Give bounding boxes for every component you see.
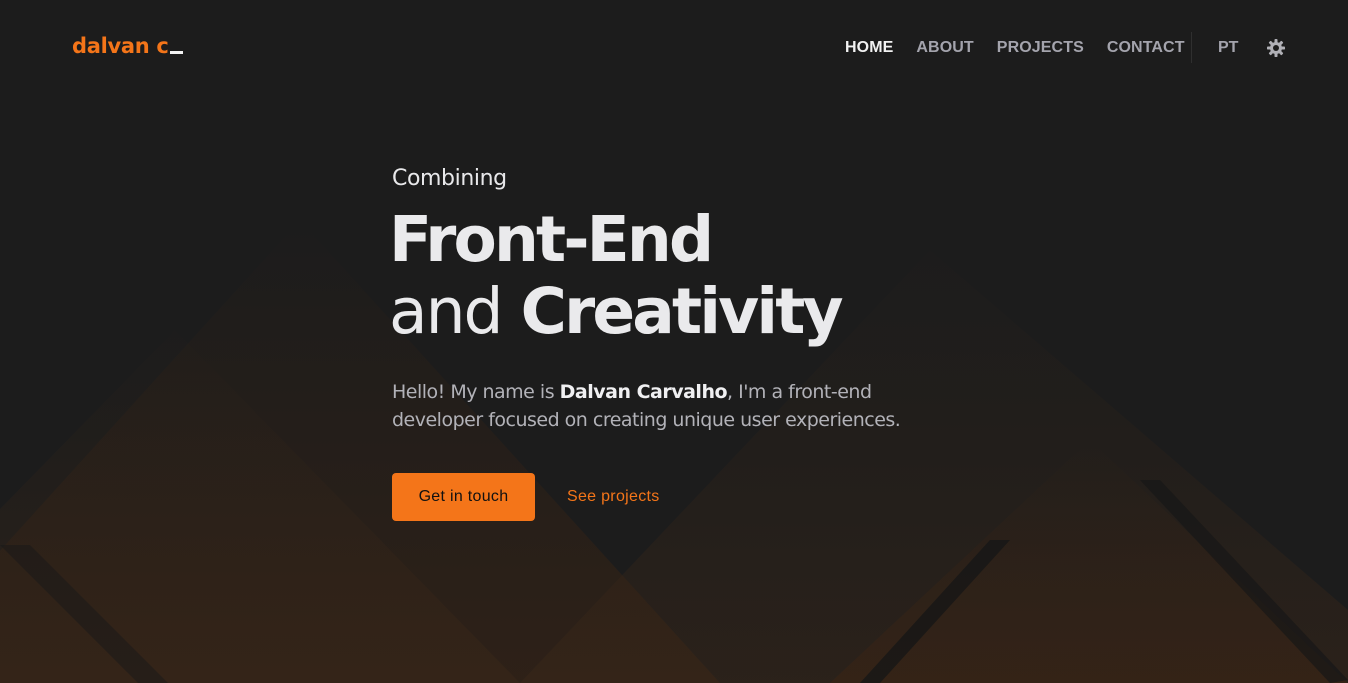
- logo-link[interactable]: dalvan c: [72, 34, 183, 58]
- headline-line-1: Front-End: [389, 203, 714, 276]
- page: dalvan c HOME ABOUT PROJECTS CONTACT PT …: [0, 0, 1348, 683]
- logo-text: dalvan c: [72, 34, 169, 58]
- nav-item-contact[interactable]: CONTACT: [1107, 39, 1185, 57]
- intro-lead: Hello! My name is: [392, 381, 560, 403]
- logo-cursor-icon: [169, 51, 183, 54]
- headline-line-2: and Creativity: [389, 276, 1012, 348]
- see-projects-link[interactable]: See projects: [567, 488, 660, 506]
- hero-actions: Get in touch See projects: [392, 473, 1012, 521]
- hero-headline: Front-End and Creativity: [389, 204, 1012, 348]
- headline-connector: and: [389, 275, 504, 348]
- nav-item-projects[interactable]: PROJECTS: [997, 39, 1084, 57]
- sun-gear-icon: [1267, 39, 1285, 57]
- headline-emphasis: Creativity: [520, 275, 844, 348]
- theme-toggle-button[interactable]: [1265, 37, 1287, 59]
- nav-item-home[interactable]: HOME: [845, 39, 893, 57]
- intro-name: Dalvan Carvalho: [559, 381, 728, 403]
- hero-section: Combining Front-End and Creativity Hello…: [389, 160, 1012, 521]
- hero-intro: Hello! My name is Dalvan Carvalho, I'm a…: [392, 378, 952, 434]
- language-switch[interactable]: PT: [1218, 39, 1238, 57]
- main-nav: HOME ABOUT PROJECTS CONTACT: [845, 38, 1185, 58]
- hero-eyebrow: Combining: [392, 166, 507, 191]
- nav-item-about[interactable]: ABOUT: [916, 39, 973, 57]
- get-in-touch-button[interactable]: Get in touch: [392, 473, 535, 521]
- nav-divider: [1191, 32, 1192, 63]
